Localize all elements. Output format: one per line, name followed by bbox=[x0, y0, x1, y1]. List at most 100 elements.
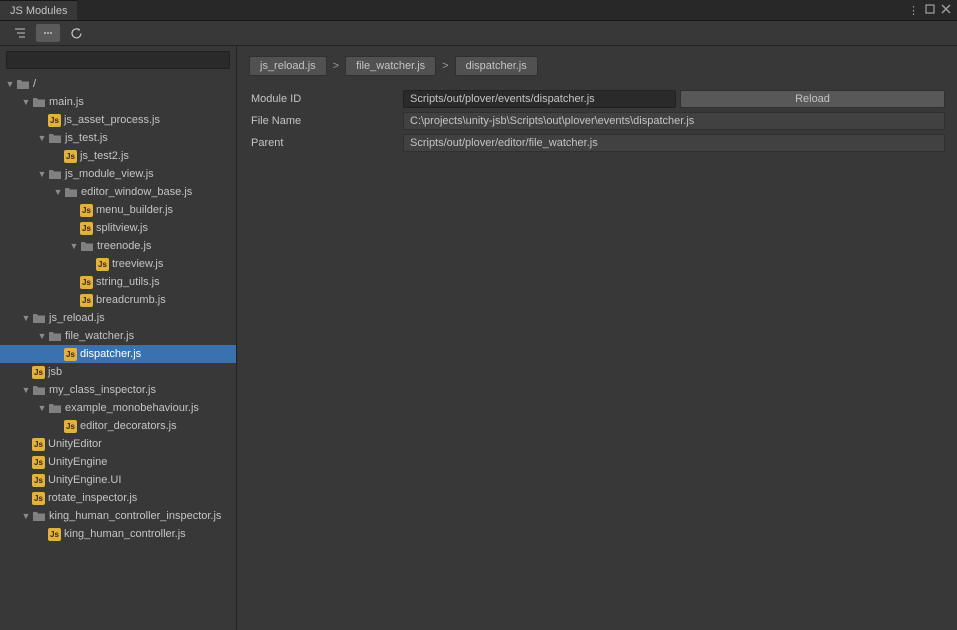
tree-row[interactable]: ▼main.js bbox=[0, 93, 236, 111]
breadcrumb-separator: > bbox=[333, 60, 339, 72]
tree-item-label: editor_decorators.js bbox=[80, 420, 177, 432]
js-file-icon: Js bbox=[96, 258, 109, 271]
expand-arrow-icon[interactable]: ▼ bbox=[36, 331, 48, 341]
tree-item-label: UnityEditor bbox=[48, 438, 102, 450]
tree-item-label: UnityEngine bbox=[48, 456, 107, 468]
folder-icon bbox=[32, 311, 46, 325]
close-icon[interactable] bbox=[941, 4, 951, 17]
tree-row[interactable]: JsUnityEngine bbox=[0, 453, 236, 471]
list-view-button[interactable] bbox=[8, 24, 32, 42]
js-file-icon: Js bbox=[48, 114, 61, 127]
details-view-button[interactable] bbox=[36, 24, 60, 42]
tree-row[interactable]: Jsbreadcrumb.js bbox=[0, 291, 236, 309]
tree-item-label: UnityEngine.UI bbox=[48, 474, 121, 486]
title-bar: JS Modules ⋮ bbox=[0, 0, 957, 21]
content-panel: js_reload.js > file_watcher.js > dispatcher.… bbox=[237, 46, 957, 630]
tree-row[interactable]: Jsstring_utils.js bbox=[0, 273, 236, 291]
sidebar: ▼/▼main.jsJsjs_asset_process.js▼js_test.… bbox=[0, 46, 237, 630]
tree-item-label: js_test2.js bbox=[80, 150, 129, 162]
tree-row[interactable]: Jsrotate_inspector.js bbox=[0, 489, 236, 507]
tree-row[interactable]: Jsmenu_builder.js bbox=[0, 201, 236, 219]
tree-item-label: dispatcher.js bbox=[80, 348, 141, 360]
expand-arrow-icon[interactable]: ▼ bbox=[68, 241, 80, 251]
file-name-value: C:\projects\unity-jsb\Scripts\out\plover… bbox=[403, 112, 945, 130]
tree-row[interactable]: Jssplitview.js bbox=[0, 219, 236, 237]
breadcrumb-item[interactable]: js_reload.js bbox=[249, 56, 327, 76]
tree-item-label: jsb bbox=[48, 366, 62, 378]
refresh-button[interactable] bbox=[64, 24, 88, 42]
tree-row[interactable]: Jseditor_decorators.js bbox=[0, 417, 236, 435]
tree-row[interactable]: ▼ editor_window_base.js bbox=[0, 183, 236, 201]
tree-row[interactable]: Jsjsb bbox=[0, 363, 236, 381]
toolbar bbox=[0, 21, 957, 46]
expand-arrow-icon[interactable]: ▼ bbox=[20, 385, 32, 395]
breadcrumb-item[interactable]: file_watcher.js bbox=[345, 56, 436, 76]
reload-button[interactable]: Reload bbox=[680, 90, 945, 108]
folder-icon bbox=[32, 383, 46, 397]
window-title: JS Modules bbox=[10, 5, 67, 17]
module-tree: ▼/▼main.jsJsjs_asset_process.js▼js_test.… bbox=[0, 75, 236, 543]
tree-item-label: js_asset_process.js bbox=[64, 114, 160, 126]
folder-icon bbox=[32, 509, 46, 523]
js-file-icon: Js bbox=[64, 348, 77, 361]
tree-row[interactable]: ▼ js_module_view.js bbox=[0, 165, 236, 183]
tree-row[interactable]: Jsking_human_controller.js bbox=[0, 525, 236, 543]
tree-row[interactable]: JsUnityEditor bbox=[0, 435, 236, 453]
tree-item-label: js_reload.js bbox=[49, 312, 105, 324]
breadcrumb-separator: > bbox=[442, 60, 448, 72]
tree-item-label: rotate_inspector.js bbox=[48, 492, 137, 504]
tree-row[interactable]: Jsjs_test2.js bbox=[0, 147, 236, 165]
tree-row[interactable]: ▼ my_class_inspector.js bbox=[0, 381, 236, 399]
js-file-icon: Js bbox=[32, 474, 45, 487]
js-file-icon: Js bbox=[80, 222, 93, 235]
search-input[interactable] bbox=[6, 51, 230, 69]
tree-item-label: editor_window_base.js bbox=[81, 186, 192, 198]
expand-arrow-icon[interactable]: ▼ bbox=[20, 97, 32, 107]
js-file-icon: Js bbox=[48, 528, 61, 541]
tree-row[interactable]: ▼ js_reload.js bbox=[0, 309, 236, 327]
maximize-icon[interactable] bbox=[925, 4, 935, 17]
tree-row[interactable]: Jsjs_asset_process.js bbox=[0, 111, 236, 129]
tree-item-label: splitview.js bbox=[96, 222, 148, 234]
breadcrumb-item[interactable]: dispatcher.js bbox=[455, 56, 538, 76]
js-file-icon: Js bbox=[32, 492, 45, 505]
tree-row[interactable]: Jsdispatcher.js bbox=[0, 345, 236, 363]
tree-row[interactable]: ▼/ bbox=[0, 75, 236, 93]
expand-arrow-icon[interactable]: ▼ bbox=[36, 133, 48, 143]
expand-arrow-icon[interactable]: ▼ bbox=[36, 403, 48, 413]
tree-row[interactable]: Jstreeview.js bbox=[0, 255, 236, 273]
tree-item-label: js_module_view.js bbox=[65, 168, 154, 180]
js-file-icon: Js bbox=[64, 420, 77, 433]
tree-row[interactable]: ▼ file_watcher.js bbox=[0, 327, 236, 345]
tree-item-label: my_class_inspector.js bbox=[49, 384, 156, 396]
window-tab[interactable]: JS Modules bbox=[0, 0, 77, 20]
js-file-icon: Js bbox=[80, 204, 93, 217]
menu-icon[interactable]: ⋮ bbox=[908, 4, 919, 17]
js-file-icon: Js bbox=[80, 276, 93, 289]
tree-row[interactable]: ▼ king_human_controller_inspector.js bbox=[0, 507, 236, 525]
tree-item-label: treeview.js bbox=[112, 258, 163, 270]
tree-item-label: file_watcher.js bbox=[65, 330, 134, 342]
tree-item-label: string_utils.js bbox=[96, 276, 160, 288]
module-form: Module ID Reload File Name C:\projects\u… bbox=[249, 90, 945, 152]
folder-icon bbox=[80, 239, 94, 253]
tree-row[interactable]: ▼example_monobehaviour.js bbox=[0, 399, 236, 417]
folder-icon bbox=[48, 329, 62, 343]
tree-row[interactable]: JsUnityEngine.UI bbox=[0, 471, 236, 489]
expand-arrow-icon[interactable]: ▼ bbox=[36, 169, 48, 179]
module-id-input[interactable] bbox=[403, 90, 676, 108]
tree-row[interactable]: ▼js_test.js bbox=[0, 129, 236, 147]
js-file-icon: Js bbox=[64, 150, 77, 163]
tree-row[interactable]: ▼treenode.js bbox=[0, 237, 236, 255]
expand-arrow-icon[interactable]: ▼ bbox=[52, 187, 64, 197]
folder-icon bbox=[32, 95, 46, 109]
tree-item-label: breadcrumb.js bbox=[96, 294, 166, 306]
tree-item-label: king_human_controller_inspector.js bbox=[49, 510, 221, 522]
folder-icon bbox=[48, 401, 62, 415]
parent-value: Scripts/out/plover/editor/file_watcher.j… bbox=[403, 134, 945, 152]
folder-icon bbox=[48, 167, 62, 181]
expand-arrow-icon[interactable]: ▼ bbox=[20, 313, 32, 323]
tree-item-label: menu_builder.js bbox=[96, 204, 173, 216]
expand-arrow-icon[interactable]: ▼ bbox=[20, 511, 32, 521]
expand-arrow-icon[interactable]: ▼ bbox=[4, 79, 16, 89]
